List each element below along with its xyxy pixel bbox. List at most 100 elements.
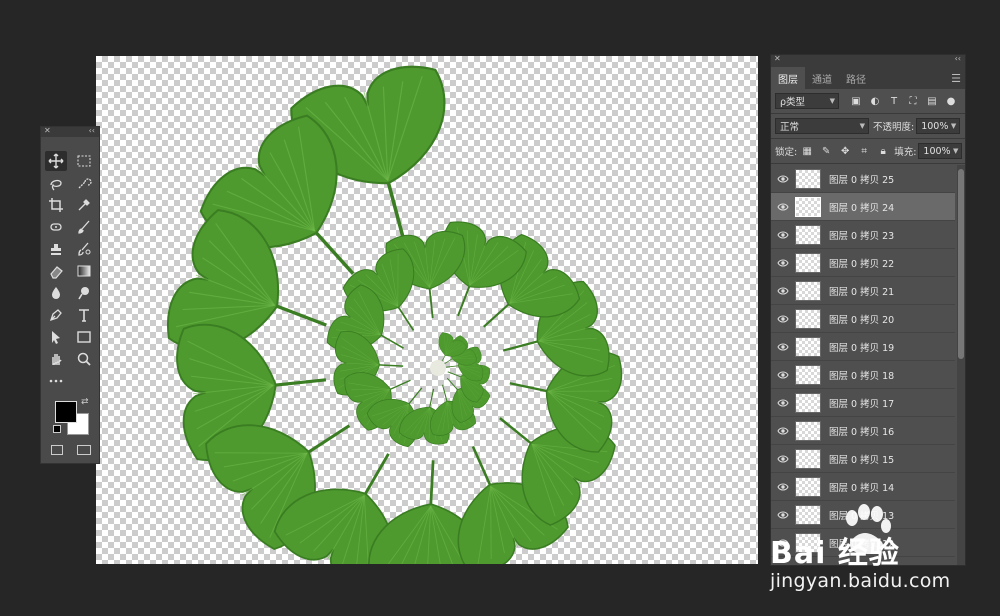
eye-icon[interactable] (771, 483, 795, 491)
lock-artboard-icon[interactable]: ⌗ (857, 144, 871, 158)
brush-icon[interactable] (73, 217, 95, 237)
lock-position-icon[interactable]: ✥ (838, 144, 852, 158)
eye-icon[interactable] (771, 259, 795, 267)
eye-icon[interactable] (771, 231, 795, 239)
watermark-brand: Bai 经验 (770, 536, 900, 571)
filter-toggle-icon[interactable]: ● (944, 94, 958, 108)
tools-panel-header[interactable]: ✕ ‹‹ (41, 126, 99, 137)
chevron-down-icon: ▼ (950, 122, 957, 130)
layer-row[interactable]: 图层 0 拷贝 17 (771, 389, 955, 417)
lock-image-icon[interactable]: ✎ (819, 144, 833, 158)
layer-name: 图层 0 拷贝 25 (829, 174, 895, 186)
collapse-icon[interactable]: ‹‹ (89, 126, 95, 135)
eye-icon[interactable] (771, 371, 795, 379)
layer-row[interactable]: 图层 0 拷贝 22 (771, 249, 955, 277)
lock-all-icon[interactable]: 🔒︎ (876, 144, 890, 158)
gradient-icon[interactable] (73, 261, 95, 281)
document-canvas[interactable] (96, 56, 758, 564)
foreground-color-swatch[interactable] (55, 401, 77, 423)
screen-mode-icon[interactable] (77, 445, 91, 455)
blur-icon[interactable] (45, 283, 67, 303)
panel-close-icon[interactable]: ✕ (774, 54, 781, 63)
layers-panel-header[interactable]: ✕ ‹‹ (771, 54, 965, 67)
rectangle-icon[interactable] (73, 327, 95, 347)
type-filter-icon[interactable]: T (887, 94, 901, 108)
panel-menu-icon[interactable]: ☰ (951, 72, 961, 85)
eye-icon[interactable] (771, 203, 795, 211)
layer-filter-select[interactable]: ρ类型 ▼ (775, 93, 839, 109)
opacity-label: 不透明度: (873, 122, 915, 133)
smart-object-filter-icon[interactable]: ▤ (925, 94, 939, 108)
eye-icon[interactable] (771, 315, 795, 323)
opacity-field[interactable]: 100% ▼ (916, 118, 961, 134)
scrollbar-thumb[interactable] (958, 169, 964, 359)
layer-row[interactable]: 图层 0 拷贝 23 (771, 221, 955, 249)
eye-icon[interactable] (771, 175, 795, 183)
spiral-center (430, 360, 446, 376)
marquee-icon[interactable] (73, 151, 95, 171)
fill-field[interactable]: 100% ▼ (918, 143, 963, 159)
eye-icon[interactable] (771, 287, 795, 295)
path-select-icon[interactable] (45, 327, 67, 347)
tab-paths[interactable]: 路径 (839, 67, 873, 89)
layer-row[interactable]: 图层 0 拷贝 18 (771, 361, 955, 389)
pixel-filter-icon[interactable]: ▣ (849, 94, 863, 108)
watermark-url: jingyan.baidu.com (770, 570, 951, 592)
tab-channels[interactable]: 通道 (805, 67, 839, 89)
layer-thumbnail (795, 420, 821, 441)
eraser-icon[interactable] (45, 261, 67, 281)
layer-name: 图层 0 拷贝 18 (829, 370, 895, 382)
tab-layers[interactable]: 图层 (771, 67, 805, 89)
layer-thumbnail (795, 308, 821, 329)
crop-icon[interactable] (45, 195, 67, 215)
fill-label: 填充: (894, 147, 917, 158)
layer-name: 图层 0 拷贝 19 (829, 342, 895, 354)
dodge-icon[interactable] (73, 283, 95, 303)
blend-mode-select[interactable]: 正常 ▼ (775, 118, 869, 134)
layers-panel: ✕ ‹‹ 图层 通道 路径 ☰ ρ类型 ▼ ▣ ◐ T ⛶ ▤ ● 正常 ▼ 不… (770, 54, 966, 566)
eye-icon[interactable] (771, 399, 795, 407)
move-icon[interactable] (45, 151, 67, 171)
layer-row[interactable]: 图层 0 拷贝 16 (771, 417, 955, 445)
swap-colors-icon[interactable]: ⇄ (81, 397, 89, 407)
shape-filter-icon[interactable]: ⛶ (906, 94, 920, 108)
layer-name: 图层 0 拷贝 24 (829, 202, 895, 214)
layer-row[interactable]: 图层 0 拷贝 19 (771, 333, 955, 361)
layer-name: 图层 0 拷贝 23 (829, 230, 895, 242)
layer-thumbnail (795, 336, 821, 357)
eyedropper-icon[interactable] (73, 195, 95, 215)
zoom-icon[interactable] (73, 349, 95, 369)
layer-thumbnail (795, 196, 821, 217)
layer-row[interactable]: 图层 0 拷贝 24 (771, 193, 955, 221)
quick-mask-icon[interactable] (51, 445, 63, 455)
pen-icon[interactable] (45, 305, 67, 325)
layer-name: 图层 0 拷贝 21 (829, 286, 895, 298)
panel-collapse-icon[interactable]: ‹‹ (955, 54, 961, 63)
layer-row[interactable]: 图层 0 拷贝 15 (771, 445, 955, 473)
lock-transparent-icon[interactable]: ▦ (800, 144, 814, 158)
history-brush-icon[interactable] (73, 239, 95, 259)
layer-row[interactable]: 图层 0 拷贝 14 (771, 473, 955, 501)
hand-icon[interactable] (45, 349, 67, 369)
close-icon[interactable]: ✕ (44, 126, 51, 135)
layer-row[interactable]: 图层 0 拷贝 21 (771, 277, 955, 305)
adjustment-filter-icon[interactable]: ◐ (868, 94, 882, 108)
layer-row[interactable]: 图层 0 拷贝 20 (771, 305, 955, 333)
type-icon[interactable] (73, 305, 95, 325)
more-tools-icon[interactable] (45, 371, 67, 391)
spot-heal-icon[interactable] (45, 217, 67, 237)
eye-icon[interactable] (771, 343, 795, 351)
eye-icon[interactable] (771, 455, 795, 463)
layer-thumbnail (795, 280, 821, 301)
eye-icon[interactable] (771, 427, 795, 435)
blend-mode-value: 正常 (780, 122, 800, 133)
default-colors-icon[interactable] (53, 425, 61, 433)
layer-thumbnail (795, 168, 821, 189)
quick-select-icon[interactable] (73, 173, 95, 193)
stamp-icon[interactable] (45, 239, 67, 259)
blend-row: 正常 ▼ 不透明度: 100% ▼ (771, 114, 965, 138)
layer-name: 图层 0 拷贝 16 (829, 426, 895, 438)
lasso-icon[interactable] (45, 173, 67, 193)
lock-label: 锁定: (775, 147, 798, 158)
layer-row[interactable]: 图层 0 拷贝 25 (771, 165, 955, 193)
